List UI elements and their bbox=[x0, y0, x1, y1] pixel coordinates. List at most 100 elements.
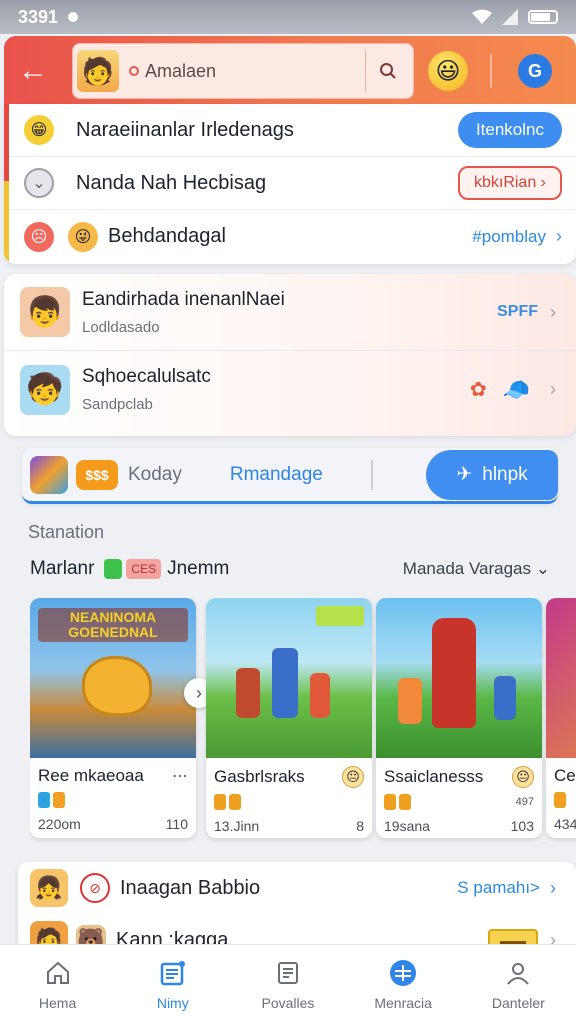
accent-stripe bbox=[4, 104, 9, 264]
list-item-label: Behdandagal bbox=[108, 225, 226, 247]
game-meta-left: 434 bbox=[554, 816, 576, 832]
coin-badge: $$$ bbox=[76, 459, 118, 490]
list-item-label: Inaagan Babbio bbox=[120, 876, 261, 899]
game-title: Gasbrlsraks bbox=[214, 767, 305, 786]
action-outline-button[interactable]: kbkıRian › bbox=[457, 166, 562, 200]
rating-face-icon[interactable]: 😐 bbox=[342, 766, 364, 788]
game-meta-right: 8 bbox=[356, 818, 364, 834]
character-illustration bbox=[398, 678, 422, 724]
promo-link[interactable]: Rmandage bbox=[230, 464, 323, 486]
action-link[interactable]: S pamahı> bbox=[457, 878, 540, 898]
nav-item-globe[interactable]: Menracia bbox=[353, 959, 453, 1011]
promo-go-button[interactable]: ✈ hlnpk bbox=[426, 449, 558, 500]
list-item[interactable]: 👧 ⊘ Inaagan Babbio S pamahı> › bbox=[18, 862, 576, 914]
notification-dot-icon bbox=[68, 12, 79, 22]
game-card[interactable]: Ssaiclanesss 😐 497 19sana 103 bbox=[376, 598, 542, 838]
quick-list-card: 😁 Naraeiinanlar Irledenags Itenkolnc ⌄ N… bbox=[4, 104, 576, 264]
home-icon bbox=[44, 959, 72, 987]
sort-label: Manada Varagas bbox=[402, 559, 532, 578]
game-meta-left: 13.Jinn bbox=[214, 818, 260, 834]
chevron-down-icon: ⌄ bbox=[535, 559, 550, 578]
search-bar[interactable]: 🧑 Amalaen bbox=[72, 43, 414, 99]
orange-tag-icon bbox=[53, 792, 65, 808]
list-item-title: Sqhoecalulsatc bbox=[82, 366, 211, 387]
character-avatar: 👧 bbox=[30, 869, 68, 907]
nav-item-document[interactable]: Povalles bbox=[238, 959, 338, 1011]
user-icon bbox=[504, 959, 532, 987]
orange-tag-icon bbox=[384, 794, 396, 810]
library-icon bbox=[159, 959, 187, 987]
battery-icon bbox=[528, 10, 558, 24]
search-ring-icon bbox=[129, 66, 139, 76]
filter-tag[interactable]: CES bbox=[126, 559, 162, 579]
promo-button-label: hlnpk bbox=[482, 463, 528, 485]
globe-icon bbox=[389, 959, 417, 987]
list-item[interactable]: ☹ 😜 Behdandagal #pomblay › bbox=[4, 210, 576, 263]
game-title: Ree mkaeoaa bbox=[38, 766, 144, 785]
game-badge: 497 bbox=[515, 796, 534, 808]
filter-label-2[interactable]: Jnemm bbox=[167, 558, 229, 580]
nav-item-home[interactable]: Hema bbox=[8, 959, 108, 1011]
game-meta-left: 220om bbox=[38, 816, 81, 832]
game-card[interactable]: Cea 434 bbox=[546, 598, 576, 838]
promo-today-label: Koday bbox=[128, 463, 182, 485]
emoji-face-icon[interactable]: 😃 bbox=[428, 51, 468, 91]
game-thumbnail bbox=[376, 598, 542, 758]
list-item[interactable]: 😁 Naraeiinanlar Irledenags Itenkolnc bbox=[4, 104, 576, 157]
avatar[interactable]: 🧑 bbox=[77, 50, 119, 92]
action-pill-button[interactable]: Itenkolnc bbox=[457, 112, 562, 148]
action-link[interactable]: SPFF bbox=[497, 303, 538, 321]
list-item[interactable]: 🧒 Sqhoecalulsatc Sandpclab ✿ 🧢 › bbox=[4, 351, 576, 428]
wifi-icon bbox=[472, 9, 492, 24]
rating-face-icon[interactable]: 😐 bbox=[512, 766, 534, 788]
character-illustration bbox=[236, 668, 260, 718]
nav-item-profile[interactable]: Danteler bbox=[468, 959, 568, 1011]
game-meta-right: 103 bbox=[510, 818, 534, 834]
game-thumbnail bbox=[206, 598, 372, 758]
character-illustration bbox=[310, 673, 330, 718]
character-avatar: 🧒 bbox=[20, 364, 70, 415]
sort-dropdown[interactable]: Manada Varagas ⌄ bbox=[403, 559, 550, 579]
list-item-subtitle: Sandpclab bbox=[82, 396, 153, 413]
bottom-list-card: 👧 ⊘ Inaagan Babbio S pamahı> › 🧑 🐻 Kann … bbox=[18, 862, 576, 952]
character-face-icon: 😜 bbox=[68, 221, 98, 252]
filter-row: Marlanr CES Jnemm Manada Varagas ⌄ bbox=[30, 558, 550, 580]
game-card[interactable]: Gasbrlsraks 😐 13.Jinn 8 bbox=[206, 598, 372, 838]
game-carousel[interactable]: NEANINOMA GOENEDNAL Ree mkaeoaa ⋯ 220om 11… bbox=[30, 598, 576, 842]
list-item[interactable]: ⌄ Nanda Nah Hecbisag kbkıRian › bbox=[4, 157, 576, 210]
game-card[interactable]: NEANINOMA GOENEDNAL Ree mkaeoaa ⋯ 220om 11… bbox=[30, 598, 196, 838]
list-item-subtitle: Lodldasado bbox=[82, 318, 160, 336]
character-avatar: 👦 bbox=[20, 287, 70, 337]
search-input[interactable]: Amalaen bbox=[145, 61, 365, 82]
list-item[interactable]: 👦 Eandirhada inenanlNaei Lodldasado SPFF… bbox=[4, 274, 576, 351]
hashtag-link[interactable]: #pomblay bbox=[472, 227, 546, 247]
signal-icon bbox=[502, 9, 518, 25]
search-icon[interactable] bbox=[365, 49, 409, 93]
more-options-icon[interactable]: ⋯ bbox=[172, 766, 188, 786]
plane-icon: ✈ bbox=[456, 464, 473, 485]
chevron-right-icon[interactable]: › bbox=[550, 878, 556, 899]
game-logo-icon bbox=[316, 606, 364, 626]
list-item-label: Naraeiinanlar Irledenags bbox=[76, 118, 294, 141]
nav-item-library[interactable]: Nimy bbox=[123, 959, 223, 1011]
back-arrow-icon[interactable]: ← bbox=[18, 54, 58, 88]
game-thumbnail bbox=[546, 598, 576, 758]
orange-tag-icon bbox=[229, 794, 241, 810]
character-illustration bbox=[272, 648, 298, 718]
chevron-right-icon[interactable]: › bbox=[550, 302, 556, 323]
chevron-right-icon[interactable]: › bbox=[550, 379, 556, 400]
list-item-title: Eandirhada inenanlNaei bbox=[82, 288, 285, 310]
list-item-label: Nanda Nah Hecbisag bbox=[76, 171, 267, 194]
status-time: 3391 bbox=[18, 6, 59, 27]
chevron-right-icon[interactable]: › bbox=[556, 226, 562, 247]
bottom-nav: Hema Nimy Povalles Menracia Danteler bbox=[0, 944, 576, 1024]
warrior-illustration bbox=[432, 618, 476, 728]
smile-face-icon: 😁 bbox=[24, 115, 54, 145]
no-entry-icon: ⊘ bbox=[80, 873, 110, 903]
nav-label: Danteler bbox=[491, 994, 545, 1011]
globe-button[interactable]: G bbox=[518, 54, 552, 88]
game-meta-left: 19sana bbox=[384, 818, 430, 834]
status-bar: 3391 bbox=[0, 0, 576, 34]
orange-tag-icon bbox=[399, 794, 411, 810]
promo-banner[interactable]: $$$ Koday Rmandage ✈ hlnpk bbox=[22, 448, 558, 504]
